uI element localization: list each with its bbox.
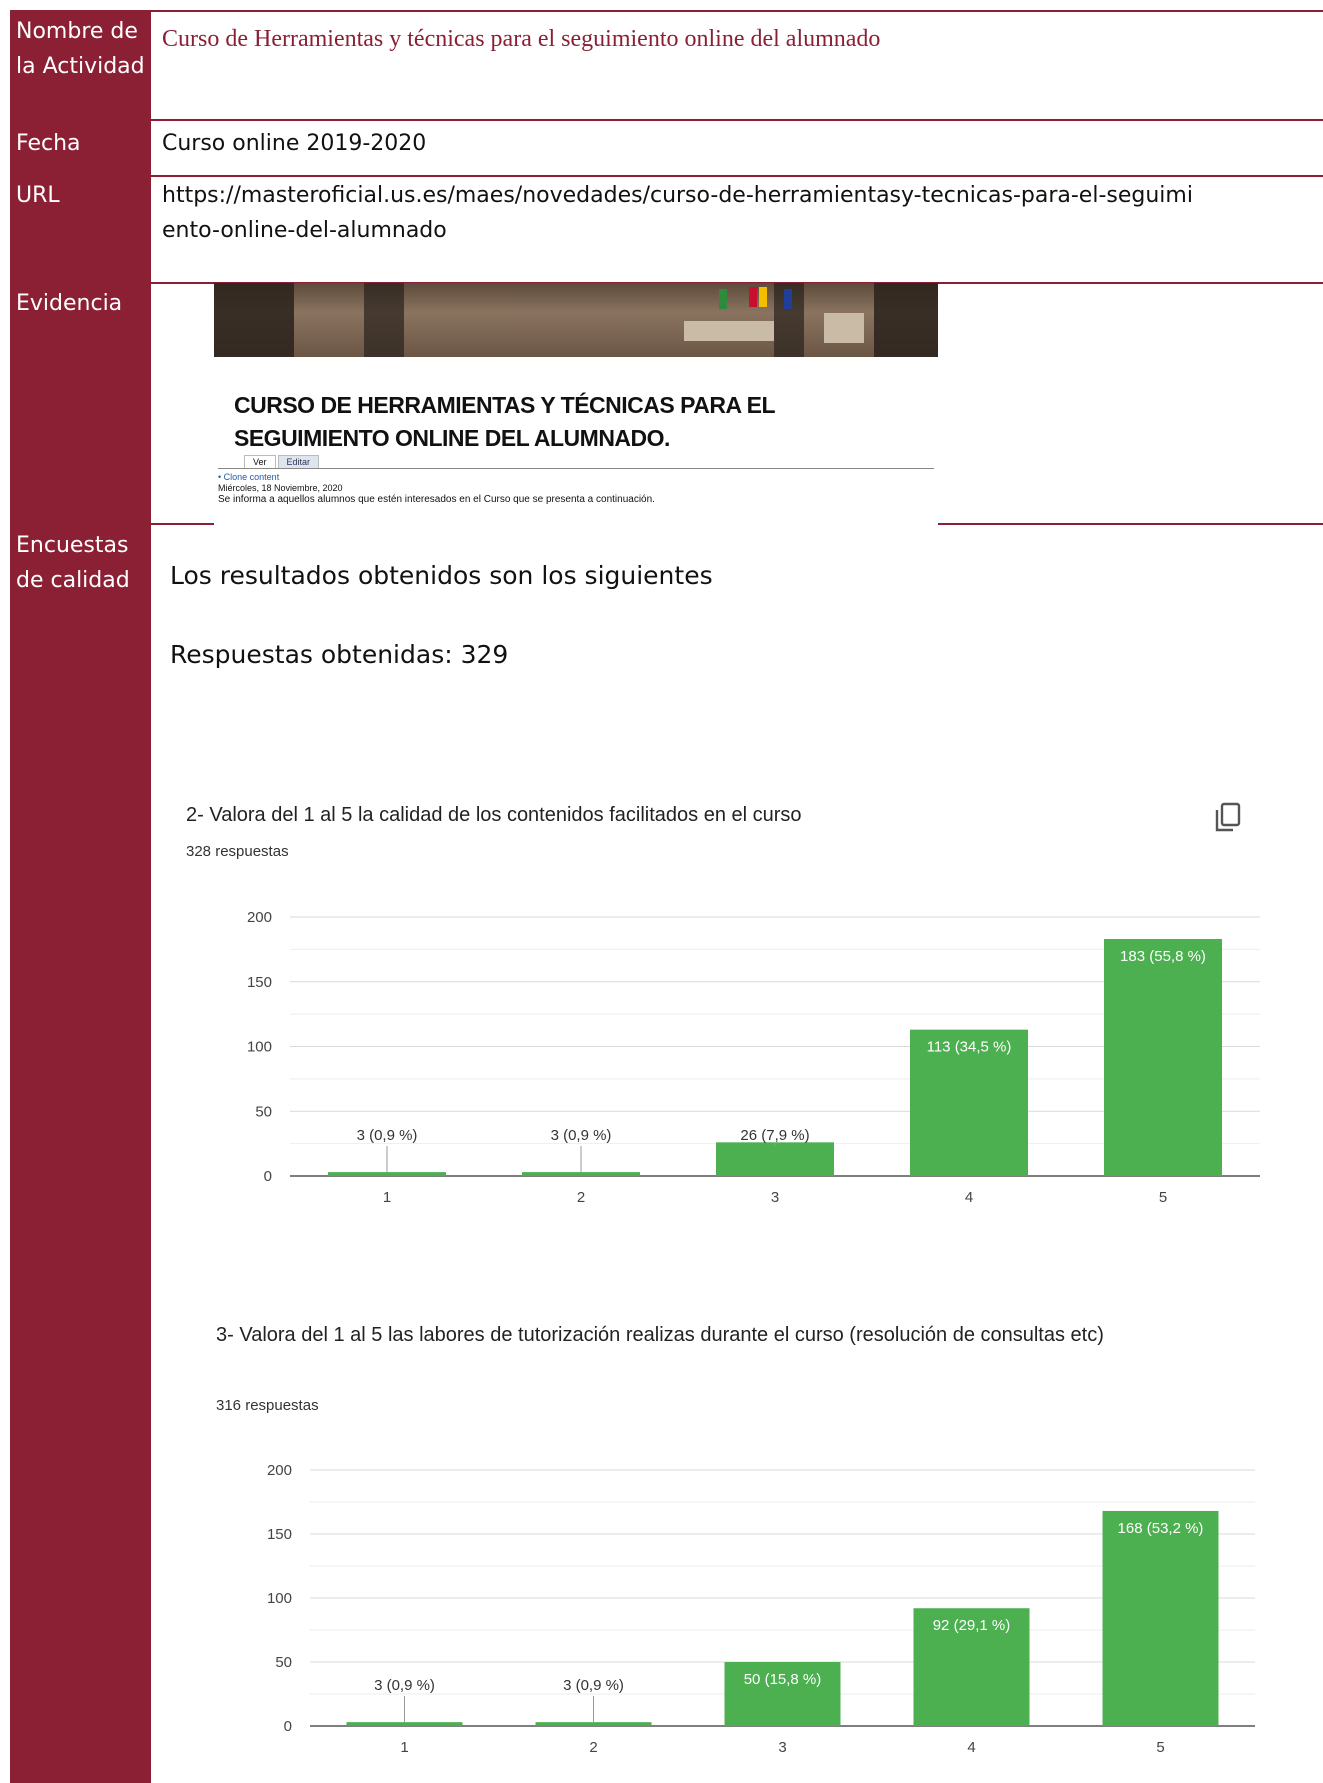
- x-tick-label: 1: [383, 1189, 391, 1206]
- evidence-title: CURSO DE HERRAMIENTAS Y TÉCNICAS PARA EL…: [234, 392, 775, 451]
- label-evidencia: Evidencia: [16, 291, 123, 316]
- row-divider: [10, 175, 1323, 177]
- bar-1: [328, 1172, 446, 1176]
- bar-3: [716, 1142, 834, 1176]
- chart1-title: 2- Valora del 1 al 5 la calidad de los c…: [186, 804, 802, 826]
- x-tick-label: 4: [965, 1189, 973, 1206]
- x-tick-label: 3: [778, 1739, 786, 1756]
- data-label: 113 (34,5 %): [927, 1039, 1012, 1056]
- y-tick-label: 150: [267, 1526, 292, 1543]
- evidence-divider: [218, 468, 934, 469]
- evidence-date: Miércoles, 18 Noviembre, 2020: [218, 483, 343, 493]
- label-url: URL: [16, 183, 60, 208]
- chart1-subtitle: 328 respuestas: [186, 843, 289, 860]
- y-tick-label: 50: [255, 1103, 272, 1120]
- data-label: 26 (7,9 %): [740, 1127, 809, 1144]
- y-tick-label: 200: [267, 1462, 292, 1479]
- label-fecha: Fecha: [16, 131, 81, 156]
- y-tick-label: 100: [247, 1039, 272, 1056]
- y-tick-label: 0: [284, 1718, 292, 1735]
- x-tick-label: 5: [1156, 1739, 1164, 1756]
- chart2-subtitle: 316 respuestas: [216, 1397, 319, 1414]
- row-divider: [10, 119, 1323, 121]
- x-tick-label: 4: [967, 1739, 975, 1756]
- y-tick-label: 50: [275, 1654, 292, 1671]
- results-count: Respuestas obtenidas: 329: [170, 640, 509, 669]
- tab-ver[interactable]: Ver: [244, 455, 276, 469]
- data-label: 50 (15,8 %): [744, 1671, 822, 1688]
- clone-content-link[interactable]: • Clone content: [218, 472, 279, 483]
- data-label: 168 (53,2 %): [1118, 1520, 1204, 1537]
- label-nombre: Nombre de la Actividad: [16, 19, 145, 79]
- x-tick-label: 1: [400, 1739, 408, 1756]
- data-label: 183 (55,8 %): [1120, 948, 1206, 965]
- x-tick-label: 2: [577, 1189, 585, 1206]
- evidence-banner-image: [214, 283, 938, 357]
- data-label: 3 (0,9 %): [357, 1127, 418, 1144]
- x-tick-label: 5: [1159, 1189, 1167, 1206]
- x-tick-label: 3: [771, 1189, 779, 1206]
- bar-1: [346, 1722, 463, 1726]
- activity-url[interactable]: https://masteroficial.us.es/maes/novedad…: [162, 178, 1202, 248]
- bar-2: [535, 1722, 652, 1726]
- bar-5: [1102, 1510, 1219, 1726]
- x-tick-label: 2: [589, 1739, 597, 1756]
- label-column: [10, 10, 151, 1783]
- results-intro: Los resultados obtenidos son los siguien…: [170, 561, 713, 590]
- label-encuestas: Encuestas de calidad: [16, 533, 130, 593]
- evidence-text: Se informa a aquellos alumnos que estén …: [218, 494, 655, 505]
- y-tick-label: 100: [267, 1590, 292, 1607]
- activity-name: Curso de Herramientas y técnicas para el…: [162, 26, 881, 52]
- activity-date: Curso online 2019-2020: [162, 131, 427, 156]
- bar-5: [1104, 939, 1222, 1176]
- evidence-tabs: Ver Editar: [244, 455, 321, 469]
- data-label: 3 (0,9 %): [374, 1677, 435, 1694]
- y-tick-label: 200: [247, 909, 272, 926]
- row-divider: [10, 10, 1323, 12]
- evidence-screenshot: CURSO DE HERRAMIENTAS Y TÉCNICAS PARA EL…: [214, 283, 938, 526]
- tab-editar[interactable]: Editar: [277, 455, 320, 469]
- data-label: 3 (0,9 %): [551, 1127, 612, 1144]
- chart2-title: 3- Valora del 1 al 5 las labores de tuto…: [216, 1324, 1104, 1346]
- copy-icon[interactable]: [1213, 802, 1241, 834]
- y-tick-label: 150: [247, 974, 272, 991]
- data-label: 3 (0,9 %): [563, 1677, 624, 1694]
- chart-tutorizacion: 0 50 100 150 200 3 (0,9 %) 1 3 (0,9 %) 2 50 (15,8…: [267, 1462, 1255, 1756]
- bar-2: [522, 1172, 640, 1176]
- y-tick-label: 0: [264, 1168, 272, 1185]
- data-label: 92 (29,1 %): [933, 1617, 1011, 1634]
- chart-contenidos: 0 50 100 150 200 3 (0,9 %) 1 3 (0,9 %) 2 26 (7,9 …: [247, 909, 1260, 1206]
